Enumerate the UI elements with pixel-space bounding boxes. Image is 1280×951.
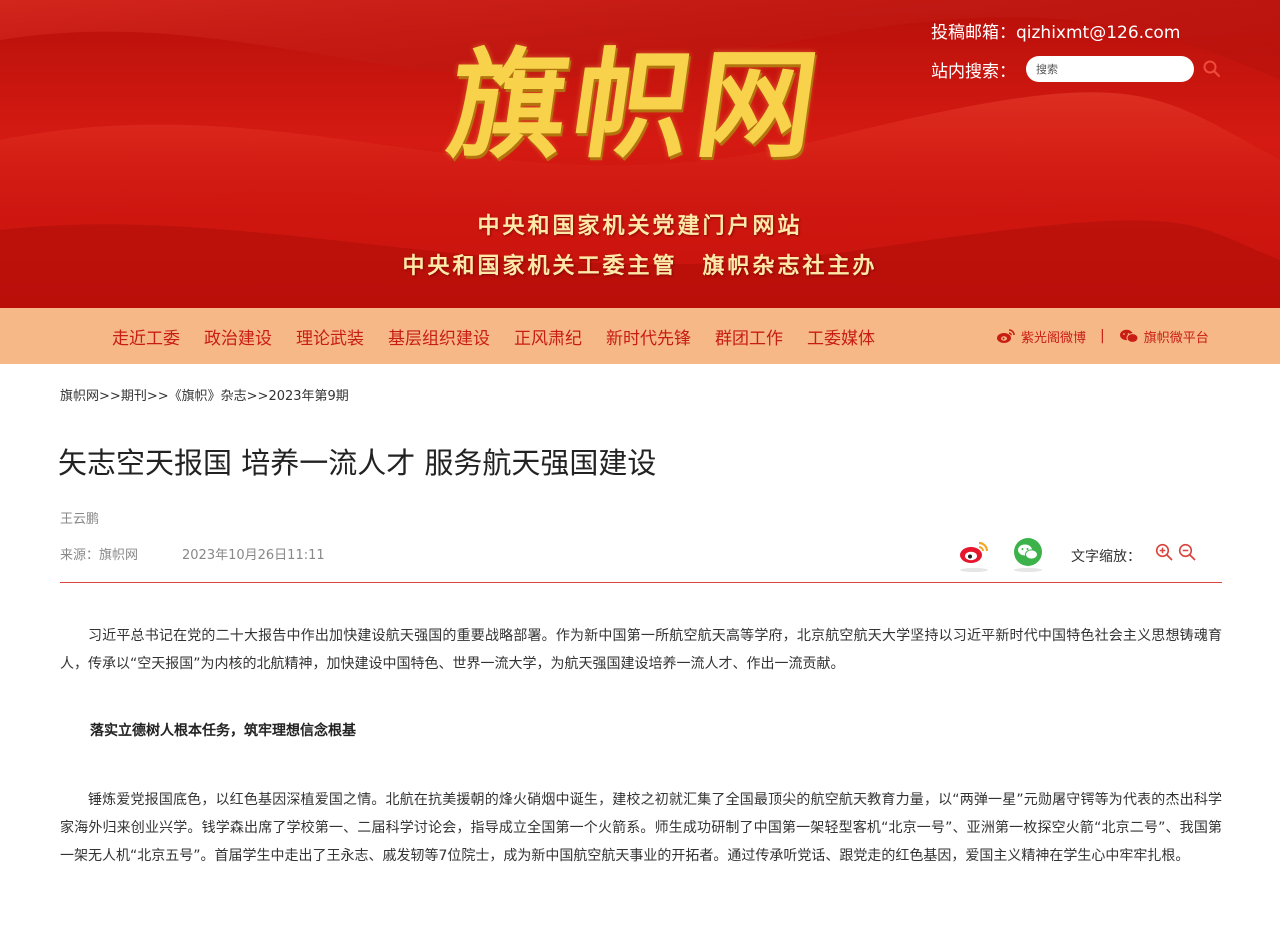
site-logo[interactable]: 旗帜网	[440, 30, 840, 180]
weibo-icon	[997, 329, 1015, 343]
share-wechat-icon[interactable]	[1012, 536, 1044, 574]
weibo-link-label: 紫光阁微博	[1021, 330, 1087, 346]
site-logo-text: 旗帜网	[440, 35, 832, 174]
article-subheading-1: 落实立德树人根本任务，筑牢理想信念根基	[90, 723, 356, 739]
site-banner: 旗帜网 中央和国家机关党建门户网站 中央和国家机关工委主管 旗帜杂志社主办 投稿…	[0, 0, 1280, 308]
nav-item-media[interactable]: 工委媒体	[807, 324, 875, 349]
nav-social-links: 紫光阁微博 | 旗帜微平台	[996, 308, 1209, 364]
nav-item-committee[interactable]: 走近工委	[112, 324, 180, 349]
search-label: 站内搜索：	[931, 61, 1016, 82]
site-subtitle-1: 中央和国家机关党建门户网站	[477, 214, 803, 239]
search-input[interactable]	[1026, 56, 1194, 82]
zoom-out-icon[interactable]	[1178, 543, 1196, 561]
weibo-link[interactable]: 紫光阁微博	[996, 327, 1086, 346]
nav-item-discipline[interactable]: 正风肃纪	[514, 324, 582, 349]
breadcrumb-separator: >>	[246, 389, 269, 404]
breadcrumb-journals[interactable]: 期刊	[121, 389, 147, 404]
breadcrumb-issue[interactable]: 2023年第9期	[268, 389, 348, 404]
nav-item-mass-work[interactable]: 群团工作	[715, 324, 783, 349]
font-zoom-label: 文字缩放：	[1071, 549, 1141, 565]
article-paragraph-2: 锤炼爱党报国底色，以红色基因深植爱国之情。北航在抗美援朝的烽火硝烟中诞生，建校之…	[60, 792, 1222, 864]
zoom-in-icon[interactable]	[1155, 543, 1173, 561]
wechat-link[interactable]: 旗帜微平台	[1119, 327, 1209, 346]
article-paragraph-1: 习近平总书记在党的二十大报告中作出加快建设航天强国的重要战略部署。作为新中国第一…	[60, 628, 1222, 672]
nav-separator: |	[1100, 328, 1105, 344]
article-divider	[60, 582, 1222, 583]
site-search: 站内搜索：	[931, 56, 1222, 82]
nav-item-political[interactable]: 政治建设	[204, 324, 272, 349]
wechat-link-label: 旗帜微平台	[1143, 330, 1209, 346]
breadcrumb-home[interactable]: 旗帜网	[60, 389, 99, 404]
breadcrumb-separator: >>	[99, 389, 121, 404]
article-source: 来源：旗帜网	[60, 548, 139, 563]
breadcrumb-separator: >>	[146, 389, 169, 404]
article-title: 矢志空天报国 培养一流人才 服务航天强国建设	[58, 446, 657, 480]
nav-menu: 走近工委 政治建设 理论武装 基层组织建设 正风肃纪 新时代先锋 群团工作 工委…	[112, 308, 899, 364]
nav-item-pioneers[interactable]: 新时代先锋	[606, 324, 691, 349]
main-nav: 走近工委 政治建设 理论武装 基层组织建设 正风肃纪 新时代先锋 群团工作 工委…	[0, 308, 1280, 364]
search-icon[interactable]	[1202, 59, 1222, 79]
site-subtitle-2: 中央和国家机关工委主管 旗帜杂志社主办	[402, 254, 878, 279]
breadcrumb: 旗帜网>>期刊>>《旗帜》杂志>>2023年第9期	[60, 385, 349, 404]
contact-email: 投稿邮箱：qizhixmt@126.com	[931, 23, 1181, 43]
article-date: 2023年10月26日11:11	[182, 548, 325, 563]
nav-item-grassroots[interactable]: 基层组织建设	[388, 324, 490, 349]
wechat-icon	[1119, 329, 1139, 343]
nav-item-theory[interactable]: 理论武装	[296, 324, 364, 349]
article-author: 王云鹏	[60, 512, 100, 527]
share-weibo-icon[interactable]	[958, 538, 990, 574]
breadcrumb-magazine[interactable]: 《旗帜》杂志	[169, 389, 247, 404]
